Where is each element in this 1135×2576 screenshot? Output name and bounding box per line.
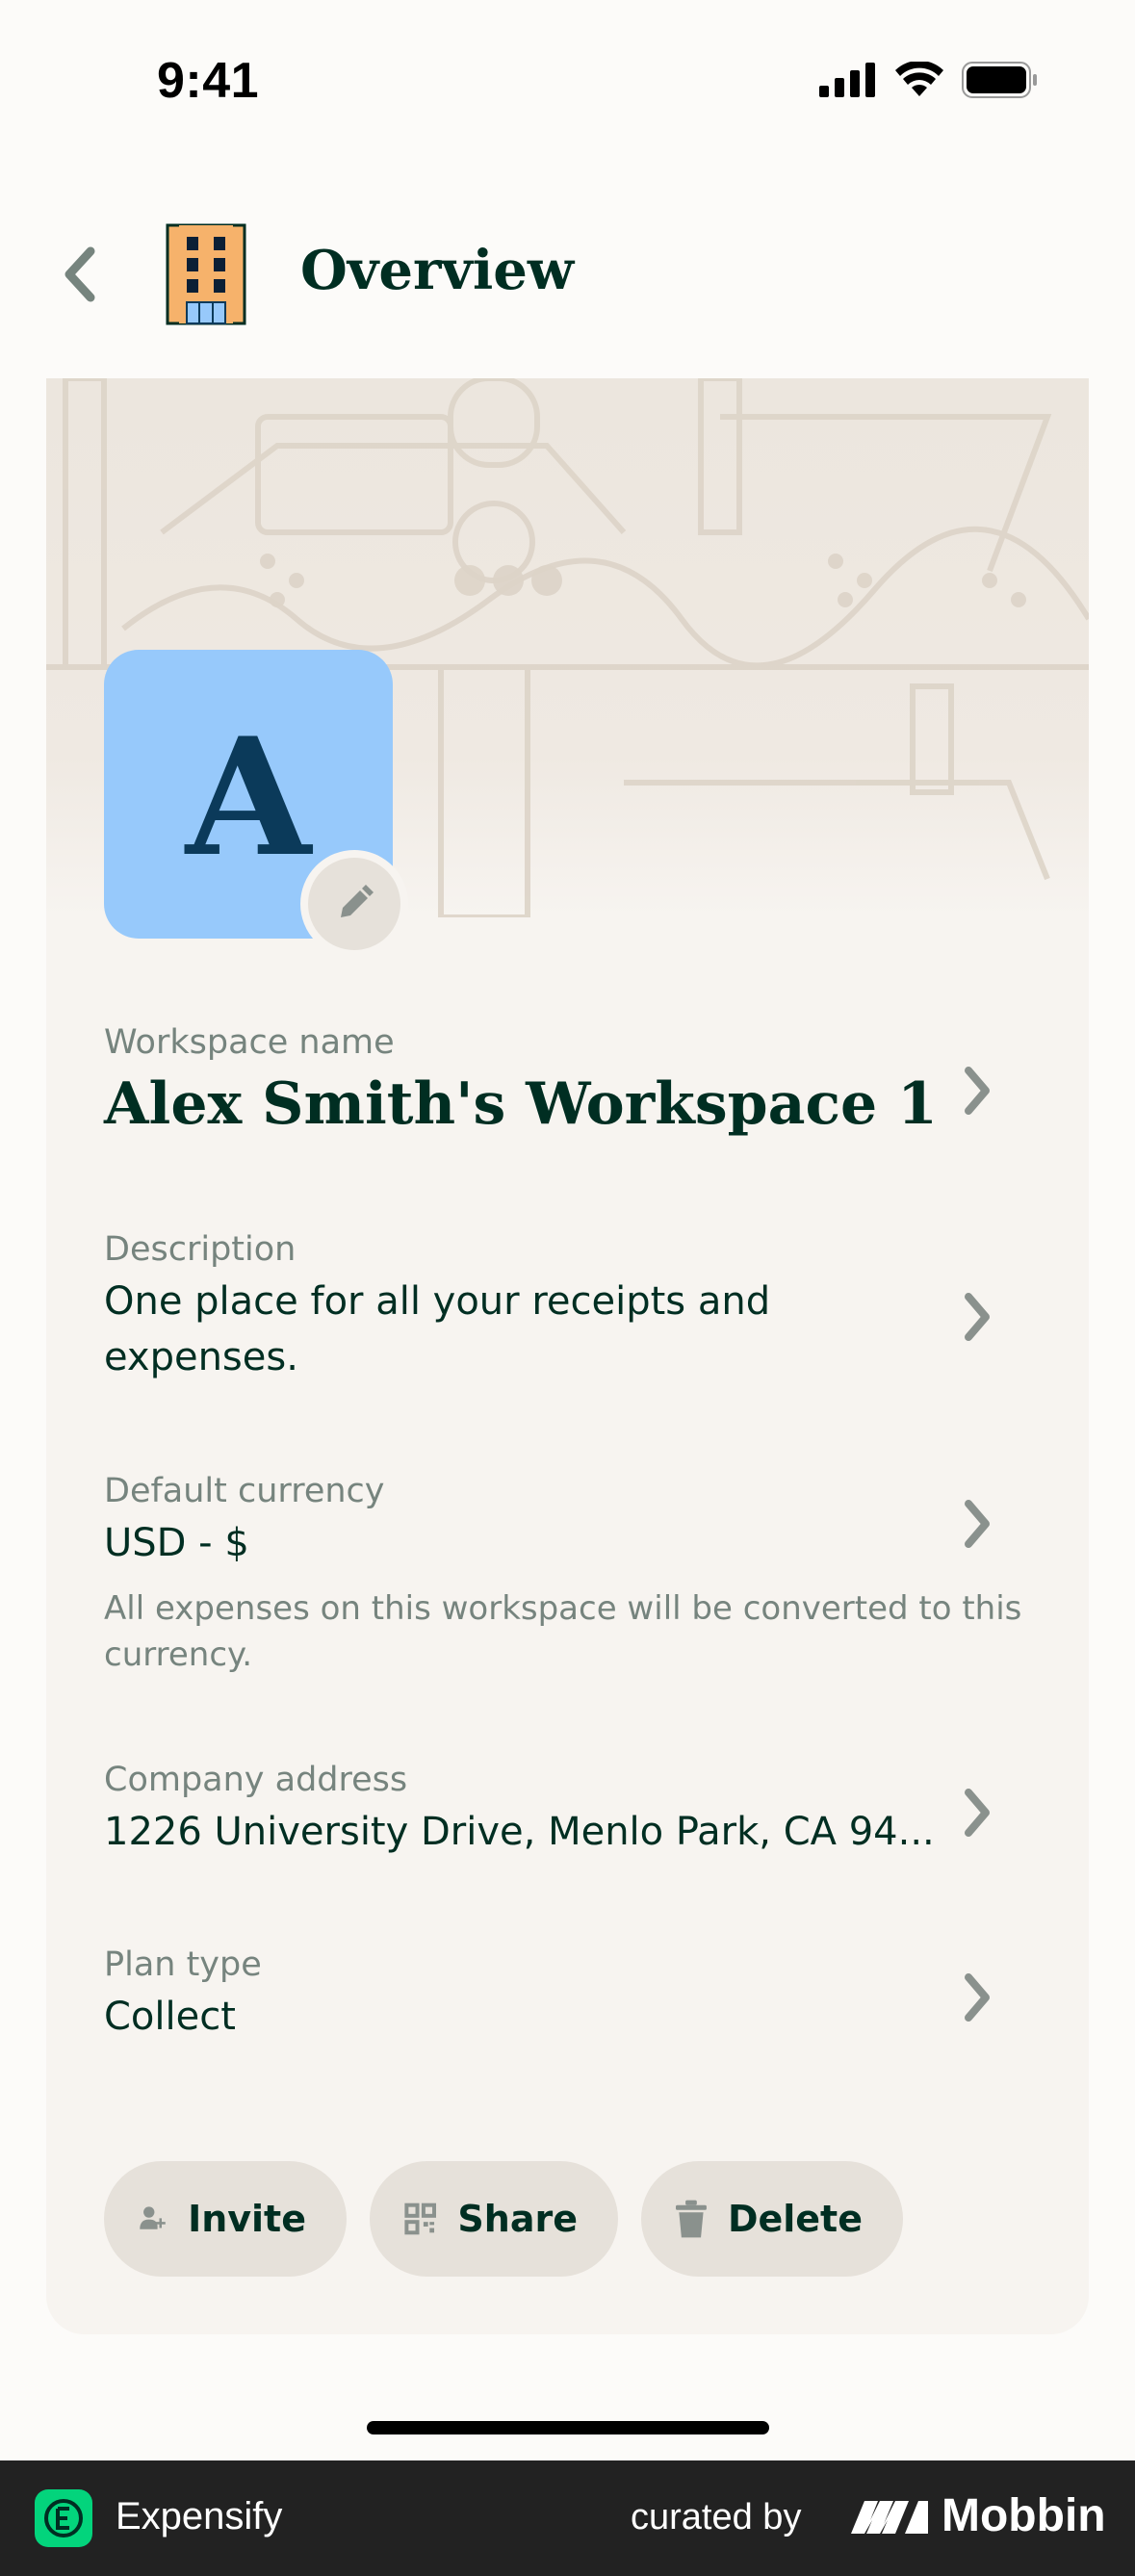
avatar-letter: A	[185, 702, 312, 892]
expensify-logo-icon	[35, 2489, 92, 2547]
company-address-row[interactable]: Company address 1226 University Drive, M…	[46, 1761, 1089, 1876]
chevron-right-icon	[953, 1495, 1001, 1553]
qr-code-icon	[404, 2202, 437, 2235]
footer-curated-by: curated by	[631, 2497, 802, 2537]
chevron-right-icon	[953, 1288, 1001, 1346]
description-value: One place for all your receipts and expe…	[104, 1279, 771, 1379]
company-address-value: 1226 University Drive, Menlo Park, CA 94…	[104, 1810, 935, 1854]
workspace-card: A Workspace name Alex Smith's Workspace …	[46, 378, 1089, 2334]
delete-button[interactable]: Delete	[641, 2161, 903, 2277]
mobbin-logo-icon	[851, 2501, 928, 2534]
delete-label: Delete	[727, 2198, 863, 2240]
description-label: Description	[104, 1230, 297, 1269]
trash-icon	[676, 2200, 707, 2238]
building-icon	[166, 223, 246, 329]
pencil-icon	[341, 885, 374, 917]
status-time: 9:41	[157, 53, 260, 109]
workspace-name-row[interactable]: Workspace name Alex Smith's Workspace 1	[46, 1023, 1089, 1158]
description-row[interactable]: Description One place for all your recei…	[46, 1230, 1089, 1394]
add-user-icon	[140, 2206, 166, 2229]
footer-bar: Expensify curated by Mobbin	[0, 2460, 1135, 2576]
cellular-signal-icon	[819, 63, 875, 97]
workspace-name-label: Workspace name	[104, 1023, 395, 1062]
header: Overview	[0, 202, 1135, 347]
workspace-actions: Invite Share Delete	[104, 2161, 903, 2277]
plan-type-row[interactable]: Plan type Collect	[46, 1945, 1089, 2061]
plan-type-value: Collect	[104, 1995, 236, 2039]
share-label: Share	[457, 2198, 578, 2240]
chevron-right-icon	[953, 1784, 1001, 1842]
status-icons	[819, 62, 1039, 98]
share-button[interactable]: Share	[370, 2161, 618, 2277]
plan-type-label: Plan type	[104, 1945, 262, 1984]
default-currency-value: USD - $	[104, 1521, 249, 1565]
chevron-right-icon	[953, 1062, 1001, 1120]
home-indicator	[367, 2421, 769, 2434]
company-address-label: Company address	[104, 1761, 408, 1799]
default-currency-hint: All expenses on this workspace will be c…	[104, 1589, 1022, 1674]
page-title: Overview	[300, 239, 575, 302]
workspace-name-value: Alex Smith's Workspace 1	[104, 1070, 938, 1138]
default-currency-row[interactable]: Default currency USD - $ All expenses on…	[46, 1472, 1089, 1693]
status-bar: 9:41	[0, 0, 1135, 154]
chevron-left-icon	[64, 246, 95, 302]
back-button[interactable]	[50, 241, 108, 308]
chevron-right-icon	[953, 1969, 1001, 2026]
footer-app-name: Expensify	[116, 2495, 283, 2537]
wifi-icon	[895, 62, 943, 96]
footer-brand: Mobbin	[942, 2490, 1106, 2541]
default-currency-label: Default currency	[104, 1472, 385, 1510]
invite-button[interactable]: Invite	[104, 2161, 347, 2277]
invite-label: Invite	[188, 2198, 306, 2240]
battery-icon	[962, 62, 1037, 98]
edit-avatar-button[interactable]	[300, 850, 408, 958]
